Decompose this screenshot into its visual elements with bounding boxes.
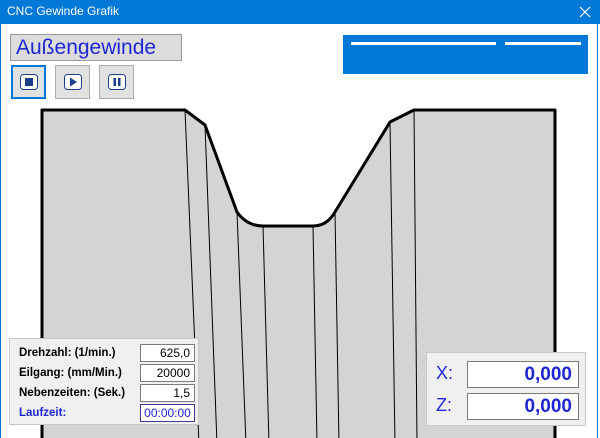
drehzahl-label: Drehzahl: (1/min.) bbox=[19, 347, 116, 359]
thread-type-label: Außengewinde bbox=[10, 34, 182, 61]
stop-icon bbox=[19, 74, 38, 90]
play-icon bbox=[63, 74, 82, 90]
close-button[interactable] bbox=[570, 0, 600, 24]
play-button[interactable] bbox=[55, 65, 90, 99]
pause-icon bbox=[107, 74, 126, 90]
eilgang-field[interactable]: 20000 bbox=[140, 364, 195, 382]
nebenzeiten-field[interactable]: 1,5 bbox=[140, 384, 195, 402]
laufzeit-field: 00:00:00 bbox=[140, 404, 195, 422]
progress-line-1 bbox=[351, 42, 496, 45]
window-title: CNC Gewinde Grafik bbox=[7, 4, 120, 18]
x-label: X: bbox=[436, 363, 454, 383]
nebenzeiten-label: Nebenzeiten: (Sek.) bbox=[19, 387, 126, 399]
param-row-nebenzeiten: Nebenzeiten: (Sek.) 1,5 bbox=[10, 384, 200, 403]
title-bar: CNC Gewinde Grafik bbox=[0, 0, 600, 24]
laufzeit-label: Laufzeit: bbox=[19, 407, 67, 419]
z-coordinate-field: 0,000 bbox=[467, 393, 579, 420]
coordinates-panel: X: 0,000 Z: 0,000 bbox=[426, 352, 586, 426]
eilgang-label: Eilgang: (mm/Min.) bbox=[19, 367, 122, 379]
param-row-eilgang: Eilgang: (mm/Min.) 20000 bbox=[10, 364, 200, 383]
stop-button[interactable] bbox=[11, 65, 46, 99]
parameters-panel: Drehzahl: (1/min.) 625,0 Eilgang: (mm/Mi… bbox=[9, 338, 199, 425]
progress-line-2 bbox=[505, 42, 581, 45]
z-label: Z: bbox=[436, 395, 452, 415]
close-icon bbox=[579, 6, 591, 18]
drehzahl-field[interactable]: 625,0 bbox=[140, 344, 195, 362]
client-area: Außengewinde Drehzahl: (1/min.) 625,0 Ei… bbox=[0, 24, 598, 438]
param-row-laufzeit: Laufzeit: 00:00:00 bbox=[10, 404, 200, 423]
param-row-drehzahl: Drehzahl: (1/min.) 625,0 bbox=[10, 344, 200, 363]
x-coordinate-field: 0,000 bbox=[467, 361, 579, 388]
pause-button[interactable] bbox=[99, 65, 134, 99]
progress-indicator bbox=[343, 35, 588, 74]
